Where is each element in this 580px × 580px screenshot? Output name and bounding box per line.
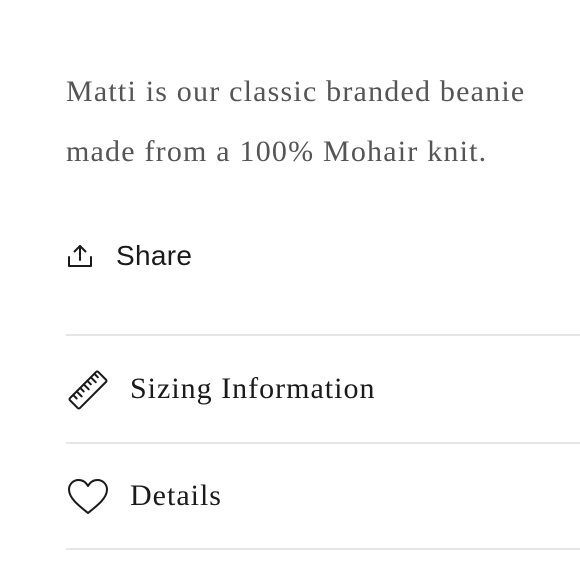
heart-icon [66,475,110,519]
accordion-label-details: Details [130,479,222,512]
product-accordion: Sizing Information Details [66,334,580,550]
share-icon [66,242,94,270]
accordion-details[interactable]: Details [66,442,580,550]
product-description: Matti is our classic branded beanie made … [66,75,526,168]
share-button[interactable]: Share [66,236,192,276]
share-label: Share [116,240,193,271]
accordion-sizing-information[interactable]: Sizing Information [66,334,580,442]
ruler-icon [66,368,110,412]
accordion-label-sizing: Sizing Information [130,372,376,405]
